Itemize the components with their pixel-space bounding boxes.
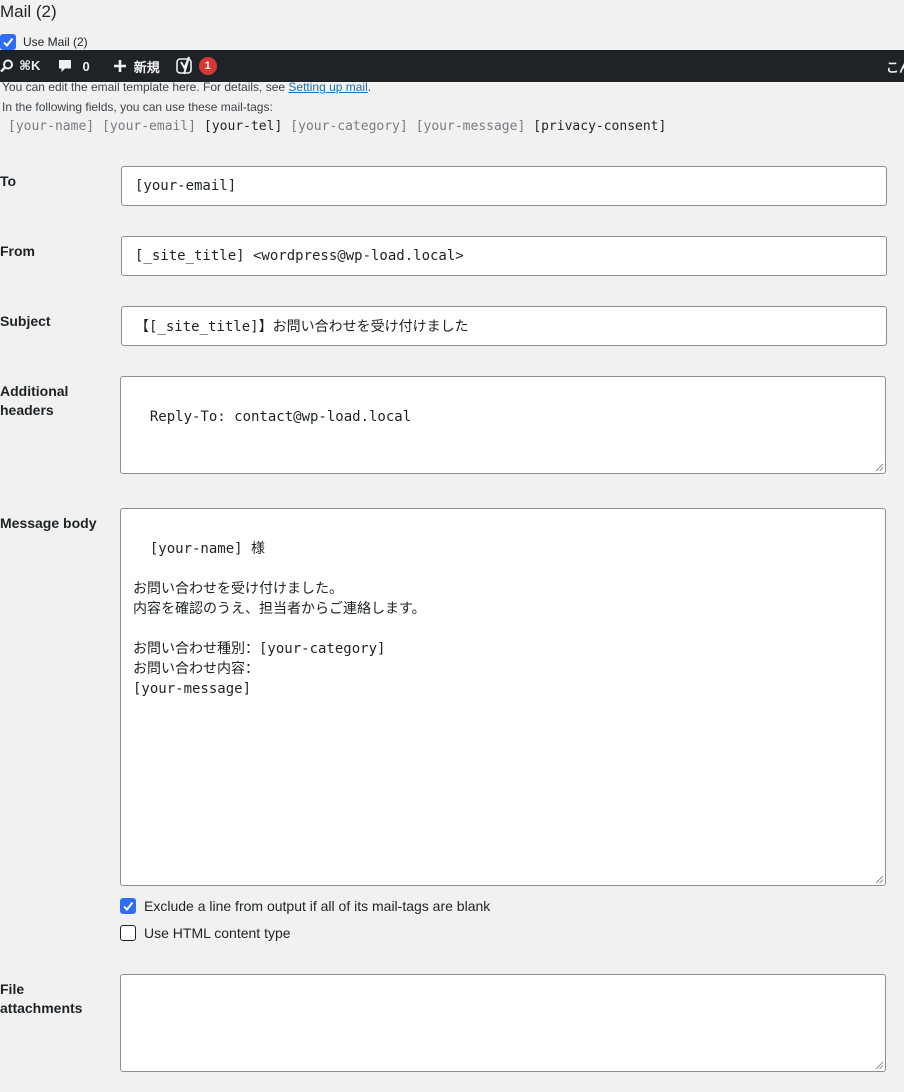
subject-label: Subject (0, 313, 51, 329)
resize-handle-icon[interactable] (875, 1061, 883, 1069)
message-body-label: Message body (0, 515, 97, 531)
yoast-menu[interactable]: 1 (175, 50, 217, 82)
to-field[interactable]: [your-email] (121, 166, 887, 206)
mail-intro: You can edit the email template here. Fo… (2, 80, 371, 94)
account-greeting[interactable]: こん (886, 50, 904, 82)
from-label: From (0, 243, 35, 259)
setting-up-mail-link[interactable]: Setting up mail (288, 80, 367, 94)
admin-bar: ⌘K 0 新規 1 こん (0, 50, 904, 82)
exclude-blank-label: Exclude a line from output if all of its… (144, 898, 491, 914)
checkmark-icon (123, 901, 134, 912)
mail-tag[interactable]: [your-message] (416, 119, 526, 134)
comments-count: 0 (82, 58, 90, 74)
html-content-option[interactable]: Use HTML content type (120, 925, 291, 941)
mail-tags-list: [your-name] [your-email] [your-tel] [you… (8, 119, 666, 134)
mail-tags-intro: In the following fields, you can use the… (2, 100, 273, 114)
from-field[interactable]: [_site_title] <wordpress@wp-load.local> (121, 236, 887, 276)
use-mail-checkbox[interactable] (0, 34, 16, 50)
additional-headers-value: Reply-To: contact@wp-load.local (149, 409, 412, 425)
command-palette-shortcut[interactable]: ⌘K (19, 50, 40, 82)
mail-tag[interactable]: [your-name] (8, 119, 94, 134)
yoast-notification-badge: 1 (198, 57, 217, 75)
file-attachments-field[interactable] (120, 974, 886, 1072)
intro-after: . (367, 80, 372, 94)
additional-headers-label: Additional headers (0, 383, 69, 418)
exclude-blank-option[interactable]: Exclude a line from output if all of its… (120, 898, 490, 914)
html-content-label: Use HTML content type (144, 925, 291, 941)
checkmark-icon (3, 37, 14, 48)
page-title: Mail (2) (0, 2, 57, 21)
subject-field[interactable]: 【[_site_title]】お問い合わせを受け付けました (121, 306, 887, 346)
comments-menu[interactable]: 0 (57, 50, 90, 82)
use-mail-label: Use Mail (2) (23, 35, 88, 49)
to-label: To (0, 173, 17, 189)
intro-text: You can edit the email template here. Fo… (2, 80, 289, 94)
new-content-label: 新規 (133, 59, 160, 75)
resize-handle-icon[interactable] (875, 463, 883, 471)
search-icon[interactable] (0, 50, 14, 82)
plus-icon (113, 60, 126, 72)
mail-tag[interactable]: [privacy-consent] (533, 119, 666, 134)
html-content-checkbox[interactable] (120, 925, 136, 941)
file-attachments-label: File attachments (0, 981, 83, 1016)
mail-tag[interactable]: [your-email] (102, 119, 196, 134)
comment-icon (59, 60, 72, 72)
yoast-icon (175, 56, 192, 75)
mail-tag[interactable]: [your-tel] (204, 119, 282, 134)
message-body-field[interactable]: [your-name] 様 お問い合わせを受け付けました。 内容を確認のうえ、担… (120, 508, 886, 886)
message-body-value: [your-name] 様 お問い合わせを受け付けました。 内容を確認のうえ、担… (133, 541, 426, 697)
resize-handle-icon[interactable] (875, 875, 883, 883)
mail-tag[interactable]: [your-category] (290, 119, 407, 134)
use-mail-toggle[interactable]: Use Mail (2) (0, 34, 88, 50)
exclude-blank-checkbox[interactable] (120, 898, 136, 914)
additional-headers-field[interactable]: Reply-To: contact@wp-load.local (120, 376, 886, 474)
new-content-menu[interactable]: 新規 (113, 50, 160, 82)
